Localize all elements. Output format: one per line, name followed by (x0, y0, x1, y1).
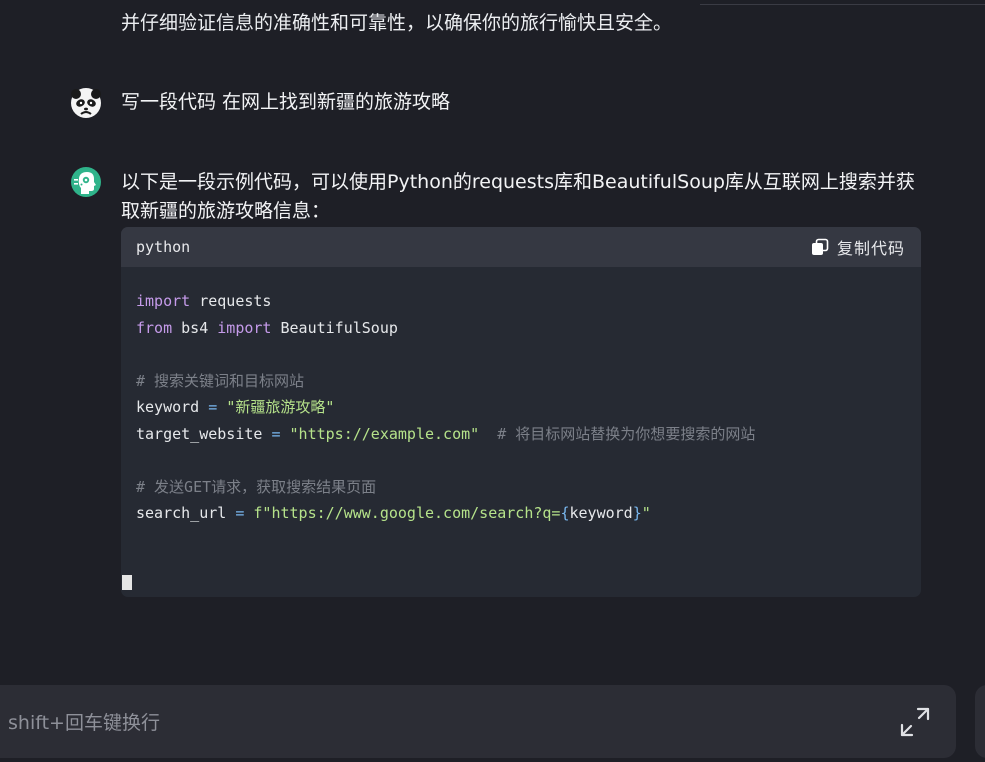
typing-cursor (122, 575, 132, 590)
user-message-text: 写一段代码 在网上找到新疆的旅游攻略 (121, 91, 451, 113)
chat-input[interactable] (6, 685, 870, 760)
code-language-label: python (136, 238, 191, 256)
expand-icon (898, 705, 932, 739)
code-block-header: python 复制代码 (121, 227, 921, 267)
previous-message-text: 并仔细验证信息的准确性和可靠性，以确保你的旅行愉快且安全。 (121, 12, 673, 34)
code-line: # 发送GET请求，获取搜索结果页面 (136, 477, 377, 496)
copy-code-label: 复制代码 (836, 239, 905, 258)
copy-code-button[interactable]: 复制代码 (811, 236, 905, 258)
code-line: import requests (136, 292, 272, 310)
copy-icon (811, 238, 829, 256)
chat-input-box (0, 685, 956, 760)
code-block: python 复制代码 import requests from bs4 impo… (121, 227, 921, 597)
code-line: # 搜索关键词和目标网站 (136, 371, 305, 390)
code-line: search_url = f"https://www.google.com/se… (136, 504, 651, 522)
assistant-message-text: 以下是一段示例代码，可以使用Python的requests库和Beautiful… (121, 171, 915, 222)
code-line: keyword = "新疆旅游攻略" (136, 398, 335, 416)
send-button[interactable] (975, 685, 985, 758)
code-content: import requests from bs4 import Beautiful… (136, 288, 755, 527)
panda-avatar-icon (70, 87, 102, 119)
code-line: target_website = "https://example.com" #… (136, 424, 756, 443)
code-line: from bs4 import BeautifulSoup (136, 318, 398, 337)
expand-button[interactable] (898, 705, 932, 739)
robot-avatar-icon (70, 166, 102, 198)
top-divider (700, 4, 985, 5)
